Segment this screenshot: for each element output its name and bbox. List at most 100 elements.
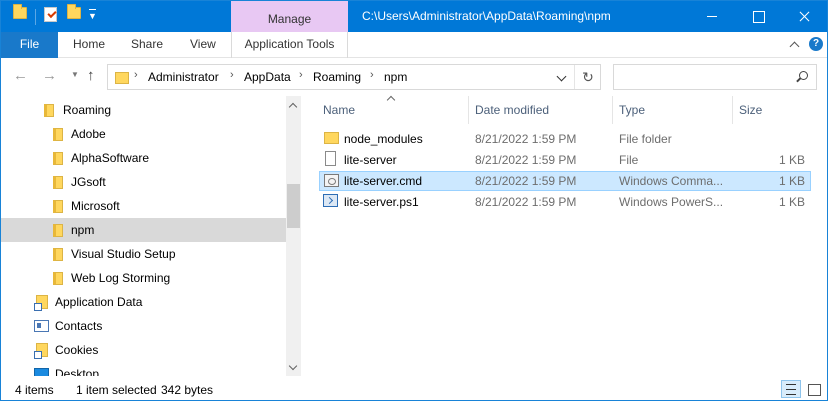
ribbon-tab-bar: File Home Share View Application Tools ? bbox=[1, 32, 827, 58]
close-button[interactable] bbox=[781, 1, 827, 32]
breadcrumb-appdata[interactable]: AppData bbox=[244, 70, 291, 84]
sort-ascending-icon bbox=[387, 94, 394, 101]
contacts-icon bbox=[34, 320, 49, 332]
tree-item-label: AlphaSoftware bbox=[71, 151, 150, 165]
breadcrumb-separator-icon[interactable]: › bbox=[299, 69, 303, 81]
new-folder-icon[interactable] bbox=[67, 4, 81, 19]
file-type: Windows Comma... bbox=[619, 174, 724, 188]
column-divider[interactable] bbox=[732, 96, 733, 124]
status-selected-size: 342 bytes bbox=[161, 383, 214, 397]
tab-share[interactable]: Share bbox=[131, 32, 163, 58]
up-arrow-icon[interactable]: ↑ bbox=[87, 68, 95, 84]
folder-icon[interactable] bbox=[13, 4, 27, 19]
file-size: 1 KB bbox=[778, 174, 805, 188]
tree-item-label: Cookies bbox=[55, 343, 99, 357]
large-icons-view-icon[interactable] bbox=[804, 380, 824, 398]
scroll-up-icon[interactable] bbox=[286, 98, 301, 113]
folder-icon bbox=[53, 128, 63, 141]
folder-icon bbox=[44, 104, 54, 117]
tree-item-label: Web Log Storming bbox=[71, 271, 171, 285]
tab-application-tools[interactable]: Application Tools bbox=[231, 32, 348, 58]
details-view-icon[interactable] bbox=[781, 380, 801, 398]
minimize-button[interactable] bbox=[689, 1, 735, 32]
tree-item-contacts[interactable]: Contacts bbox=[1, 314, 286, 338]
tab-file[interactable]: File bbox=[1, 32, 58, 58]
address-bar[interactable]: › Administrator › AppData › Roaming › np… bbox=[107, 64, 601, 90]
file-name: lite-server.cmd bbox=[344, 174, 423, 188]
explorer-window: ▼ Manage C:\Users\Administrator\AppData\… bbox=[0, 0, 828, 401]
nav-pane-scrollbar[interactable] bbox=[286, 96, 301, 376]
forward-arrow-icon[interactable]: → bbox=[42, 68, 57, 84]
tree-item-desktop[interactable]: Desktop bbox=[1, 362, 286, 376]
tree-item-jgsoft[interactable]: JGsoft bbox=[1, 170, 286, 194]
tree-item-label: JGsoft bbox=[71, 175, 106, 189]
tree-item-web-log-storming[interactable]: Web Log Storming bbox=[1, 266, 286, 290]
help-icon[interactable]: ? bbox=[809, 37, 823, 51]
search-input[interactable] bbox=[613, 64, 817, 90]
folder-icon bbox=[53, 224, 63, 237]
tab-home[interactable]: Home bbox=[73, 32, 105, 58]
file-date: 8/21/2022 1:59 PM bbox=[475, 153, 577, 167]
file-name: lite-server.ps1 bbox=[344, 195, 419, 209]
breadcrumb-roaming[interactable]: Roaming bbox=[313, 70, 361, 84]
tree-item-roaming[interactable]: Roaming bbox=[1, 98, 286, 122]
file-type: Windows PowerS... bbox=[619, 195, 724, 209]
scroll-down-icon[interactable] bbox=[286, 360, 301, 375]
customize-qat-icon[interactable]: ▼ bbox=[88, 9, 97, 21]
properties-icon[interactable] bbox=[44, 7, 57, 22]
status-selected-count: 1 item selected bbox=[76, 383, 157, 397]
tree-item-label: Adobe bbox=[71, 127, 106, 141]
file-type: File folder bbox=[619, 132, 672, 146]
tree-item-visual-studio-setup[interactable]: Visual Studio Setup bbox=[1, 242, 286, 266]
file-size: 1 KB bbox=[778, 153, 805, 167]
breadcrumb-administrator[interactable]: Administrator bbox=[148, 70, 219, 84]
title-bar[interactable]: ▼ Manage C:\Users\Administrator\AppData\… bbox=[1, 1, 827, 32]
shortcut-folder-icon bbox=[34, 343, 48, 359]
tree-item-microsoft[interactable]: Microsoft bbox=[1, 194, 286, 218]
breadcrumb-npm[interactable]: npm bbox=[384, 70, 407, 84]
file-row-lite-server[interactable]: lite-server 8/21/2022 1:59 PM File 1 KB bbox=[319, 150, 811, 170]
folder-icon bbox=[115, 72, 129, 84]
desktop-icon bbox=[34, 368, 49, 376]
file-name: lite-server bbox=[344, 153, 397, 167]
search-icon bbox=[799, 71, 808, 80]
file-name: node_modules bbox=[344, 132, 423, 146]
tree-item-cookies[interactable]: Cookies bbox=[1, 338, 286, 362]
breadcrumb-separator-icon[interactable]: › bbox=[134, 69, 138, 81]
maximize-button[interactable] bbox=[735, 1, 781, 32]
tree-item-label: npm bbox=[71, 223, 95, 237]
expand-ribbon-icon[interactable] bbox=[788, 38, 802, 52]
column-header-type[interactable]: Type bbox=[619, 103, 645, 117]
column-divider[interactable] bbox=[612, 96, 613, 124]
breadcrumb-separator-icon[interactable]: › bbox=[370, 69, 374, 81]
status-item-count: 4 items bbox=[15, 383, 54, 397]
refresh-icon[interactable]: ↻ bbox=[574, 65, 601, 89]
file-date: 8/21/2022 1:59 PM bbox=[475, 132, 577, 146]
file-date: 8/21/2022 1:59 PM bbox=[475, 195, 577, 209]
column-divider[interactable] bbox=[468, 96, 469, 124]
column-header-date-modified[interactable]: Date modified bbox=[475, 103, 549, 117]
tree-item-application-data[interactable]: Application Data bbox=[1, 290, 286, 314]
file-type: File bbox=[619, 153, 639, 167]
powershell-file-icon bbox=[323, 194, 338, 207]
file-row-lite-server-ps1[interactable]: lite-server.ps1 8/21/2022 1:59 PM Window… bbox=[319, 192, 811, 212]
tree-item-alphasoftware[interactable]: AlphaSoftware bbox=[1, 146, 286, 170]
tab-view[interactable]: View bbox=[190, 32, 216, 58]
window-title: C:\Users\Administrator\AppData\Roaming\n… bbox=[362, 9, 611, 23]
tree-item-npm[interactable]: npm bbox=[1, 218, 286, 242]
scrollbar-thumb[interactable] bbox=[287, 184, 300, 228]
file-row-lite-server-cmd[interactable]: lite-server.cmd 8/21/2022 1:59 PM Window… bbox=[319, 171, 811, 191]
column-header-size[interactable]: Size bbox=[739, 103, 762, 117]
column-header-name[interactable]: Name bbox=[323, 103, 355, 117]
tree-item-adobe[interactable]: Adobe bbox=[1, 122, 286, 146]
breadcrumb-separator-icon[interactable]: › bbox=[230, 69, 234, 81]
file-row-node-modules[interactable]: node_modules 8/21/2022 1:59 PM File fold… bbox=[319, 129, 811, 149]
back-arrow-icon[interactable]: ← bbox=[13, 68, 28, 84]
file-list: Name Date modified Type Size node_module… bbox=[303, 96, 827, 376]
recent-locations-icon[interactable]: ▼ bbox=[71, 70, 79, 79]
folder-icon bbox=[53, 176, 63, 189]
tree-item-label: Contacts bbox=[55, 319, 103, 333]
file-size: 1 KB bbox=[778, 195, 805, 209]
address-dropdown-icon[interactable] bbox=[553, 69, 571, 87]
tab-manage[interactable]: Manage bbox=[231, 1, 348, 32]
